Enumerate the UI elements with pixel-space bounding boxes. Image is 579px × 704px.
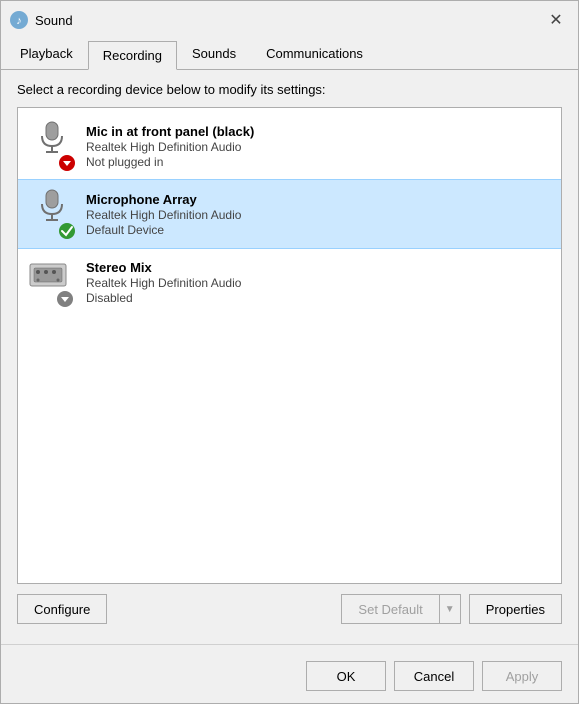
close-button[interactable]: ✕ [542,6,570,34]
set-default-button[interactable]: Set Default [341,594,438,624]
device-icon-stereo-mix [28,256,76,308]
device-item-stereo-mix[interactable]: Stereo Mix Realtek High Definition Audio… [18,248,561,316]
device-info-mic-front: Mic in at front panel (black) Realtek Hi… [86,124,551,169]
cancel-button[interactable]: Cancel [394,661,474,691]
device-list-container: Mic in at front panel (black) Realtek Hi… [17,107,562,584]
device-driver-mic-array: Realtek High Definition Audio [86,208,551,222]
device-info-stereo-mix: Stereo Mix Realtek High Definition Audio… [86,260,551,305]
badge-disabled [56,290,74,308]
title-bar: ♪ Sound ✕ [1,1,578,39]
tab-communications[interactable]: Communications [251,39,378,70]
device-item-mic-front[interactable]: Mic in at front panel (black) Realtek Hi… [18,112,561,180]
device-name-mic-front: Mic in at front panel (black) [86,124,551,139]
device-list[interactable]: Mic in at front panel (black) Realtek Hi… [18,108,561,583]
device-name-mic-array: Microphone Array [86,192,551,207]
bottom-buttons-row1: Configure Set Default ▼ Properties [17,594,562,624]
device-item-mic-array[interactable]: Microphone Array Realtek High Definition… [18,180,561,248]
description-text: Select a recording device below to modif… [17,82,562,97]
device-icon-mic-front [28,120,76,172]
configure-button[interactable]: Configure [17,594,107,624]
svg-text:♪: ♪ [16,15,22,27]
device-info-mic-array: Microphone Array Realtek High Definition… [86,192,551,237]
device-status-mic-array: Default Device [86,223,551,237]
badge-success [58,222,76,240]
tab-sounds[interactable]: Sounds [177,39,251,70]
device-status-stereo-mix: Disabled [86,291,551,305]
tab-bar: Playback Recording Sounds Communications [1,39,578,70]
device-name-stereo-mix: Stereo Mix [86,260,551,275]
properties-button[interactable]: Properties [469,594,562,624]
badge-error [58,154,76,172]
main-content: Select a recording device below to modif… [1,70,578,644]
ok-button[interactable]: OK [306,661,386,691]
device-driver-mic-front: Realtek High Definition Audio [86,140,551,154]
window-icon: ♪ [9,10,29,30]
set-default-dropdown-button[interactable]: ▼ [439,594,461,624]
bottom-buttons-row2: OK Cancel Apply [1,653,578,703]
device-icon-mic-array [28,188,76,240]
device-driver-stereo-mix: Realtek High Definition Audio [86,276,551,290]
device-status-mic-front: Not plugged in [86,155,551,169]
window-title: Sound [35,13,542,28]
tab-recording[interactable]: Recording [88,41,177,70]
sound-dialog: ♪ Sound ✕ Playback Recording Sounds Comm… [0,0,579,704]
apply-button[interactable]: Apply [482,661,562,691]
separator [1,644,578,645]
set-default-group: Set Default ▼ Properties [341,594,562,624]
tab-playback[interactable]: Playback [5,39,88,70]
